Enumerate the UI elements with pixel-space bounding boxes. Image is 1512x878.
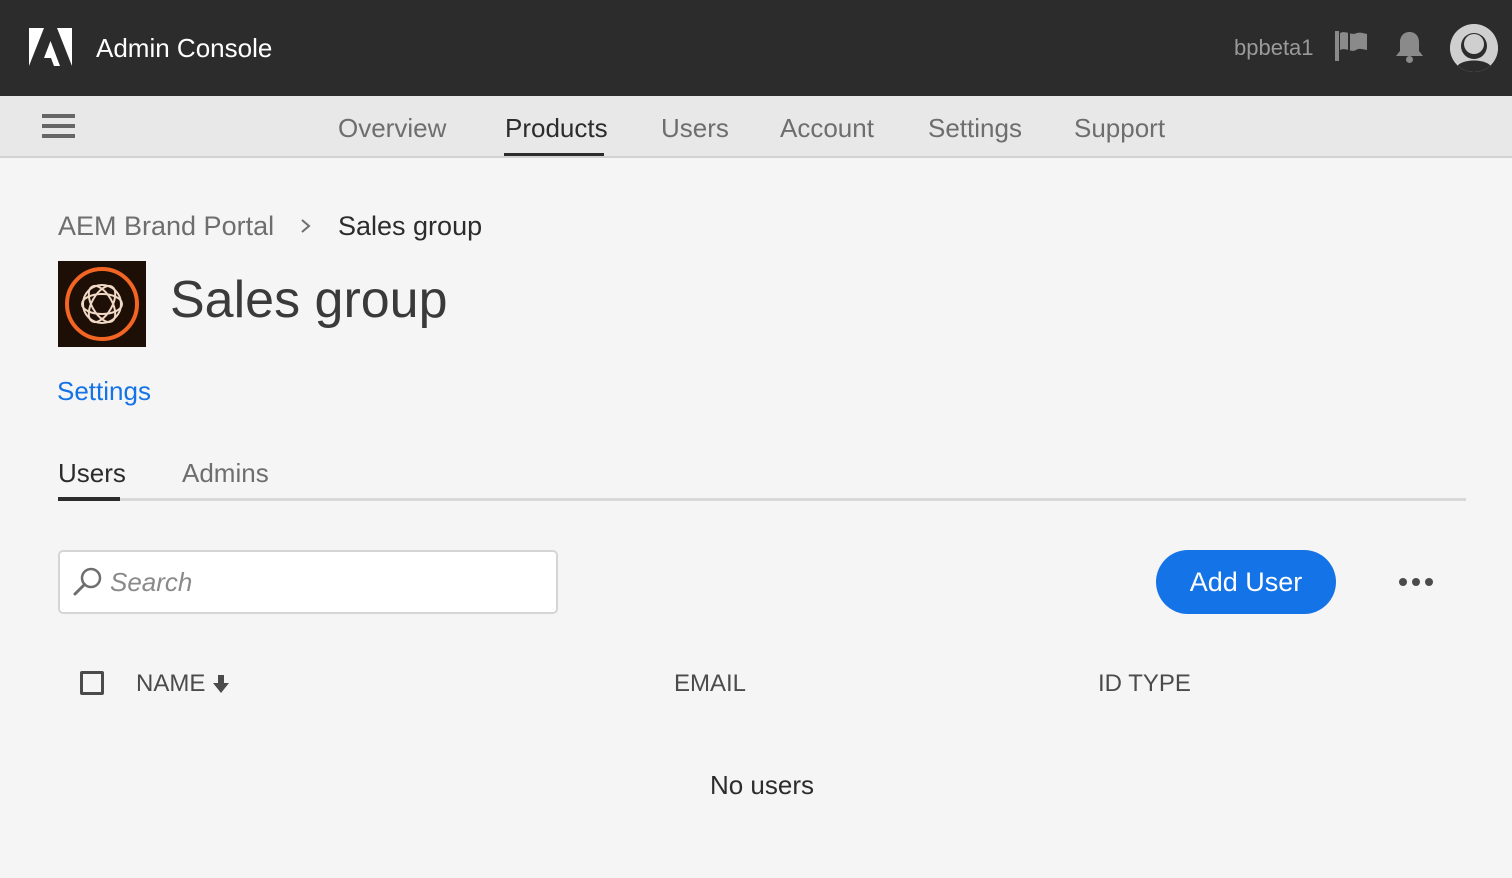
- hamburger-menu-icon[interactable]: [42, 114, 76, 140]
- adobe-logo-icon[interactable]: [29, 28, 72, 66]
- column-header-email: EMAIL: [674, 670, 747, 697]
- breadcrumb-current: Sales group: [338, 211, 483, 241]
- add-user-button[interactable]: Add User: [1156, 550, 1336, 614]
- sub-tabs-divider: [58, 498, 1466, 501]
- sort-arrow-down-icon[interactable]: [212, 674, 230, 694]
- tab-users[interactable]: Users: [661, 111, 729, 145]
- select-all-checkbox[interactable]: [80, 671, 104, 695]
- settings-link[interactable]: Settings: [57, 374, 151, 408]
- subtab-admins[interactable]: Admins: [182, 456, 269, 490]
- tab-products[interactable]: Products: [505, 111, 608, 145]
- column-header-id-type: ID TYPE: [1098, 670, 1191, 697]
- active-tab-indicator: [504, 153, 604, 156]
- tab-account[interactable]: Account: [780, 111, 874, 145]
- bell-icon[interactable]: [1394, 30, 1425, 64]
- tab-overview[interactable]: Overview: [338, 111, 446, 145]
- search-box[interactable]: [58, 550, 558, 614]
- column-header-name[interactable]: NAME: [136, 667, 205, 701]
- experience-manager-logo-icon: [58, 261, 146, 347]
- tab-support[interactable]: Support: [1074, 111, 1165, 145]
- empty-table-message: No users: [709, 770, 815, 800]
- org-name[interactable]: bpbeta1: [1234, 33, 1314, 63]
- main-nav: Overview Products Users Account Settings…: [0, 96, 1512, 158]
- app-title[interactable]: Admin Console: [96, 31, 272, 65]
- user-avatar-icon[interactable]: [1450, 24, 1498, 72]
- flag-icon[interactable]: [1334, 30, 1368, 62]
- breadcrumb-parent-link[interactable]: AEM Brand Portal: [58, 209, 274, 243]
- page-title: Sales group: [170, 271, 448, 329]
- tab-settings[interactable]: Settings: [928, 111, 1022, 145]
- chevron-right-icon: [301, 219, 311, 233]
- more-options-icon[interactable]: [1396, 570, 1436, 594]
- search-icon: [73, 567, 102, 596]
- subtab-users[interactable]: Users: [58, 456, 126, 490]
- search-input[interactable]: [110, 562, 540, 602]
- top-bar: Admin Console bpbeta1: [0, 0, 1512, 96]
- active-subtab-indicator: [58, 497, 120, 501]
